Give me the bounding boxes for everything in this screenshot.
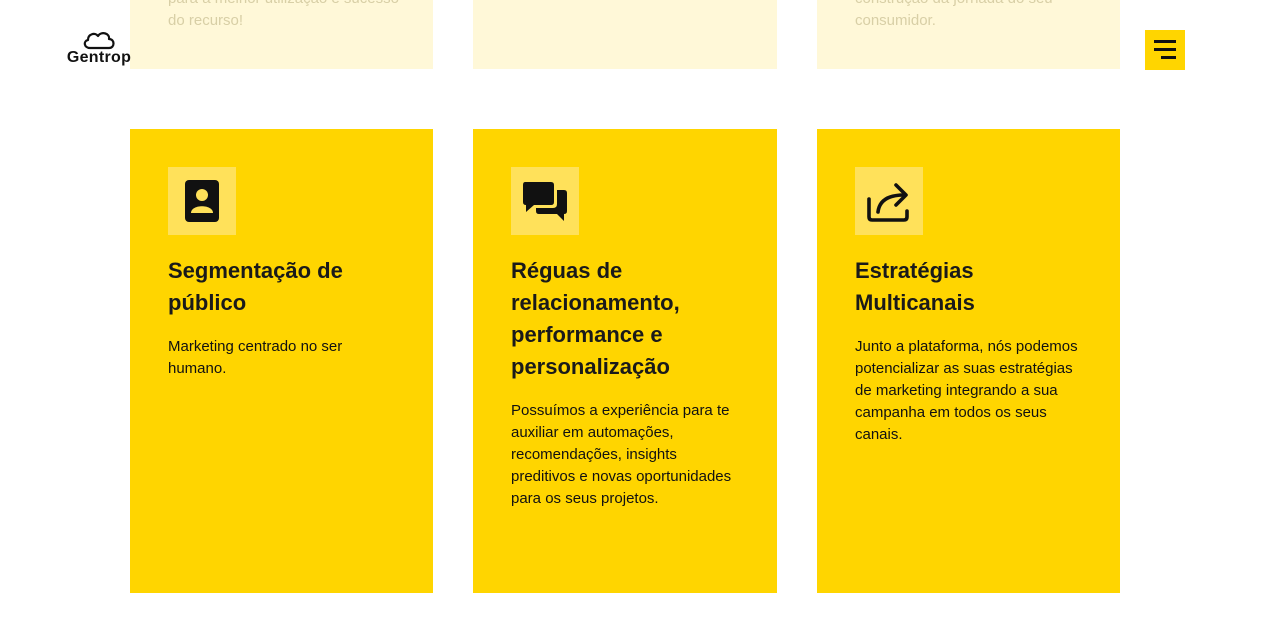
- card-text: Possuímos a experiência para te auxiliar…: [511, 402, 732, 507]
- share-arrow-icon: [867, 183, 909, 222]
- faded-card-2: [473, 0, 777, 69]
- card-title: Estratégias Multicanais: [855, 258, 975, 315]
- faded-card-text: construção da jornada do seu consumidor.: [855, 0, 1053, 29]
- icon-box: [168, 167, 236, 235]
- menu-button[interactable]: [1145, 30, 1185, 70]
- faded-card-text: para a melhor utilização e sucesso do re…: [168, 0, 399, 29]
- service-card-relationship: Réguas de relacionamento, performance e …: [473, 129, 777, 593]
- card-text: Junto a plataforma, nós podemos potencia…: [855, 338, 1078, 443]
- icon-box: [511, 167, 579, 235]
- faded-card-1: para a melhor utilização e sucesso do re…: [130, 0, 433, 69]
- hamburger-line: [1154, 48, 1176, 51]
- icon-box: [855, 167, 923, 235]
- card-title: Segmentação de público: [168, 258, 343, 315]
- logo-text: Gentrop: [66, 49, 132, 66]
- hamburger-menu-icon: [1154, 40, 1176, 43]
- faded-card-3: construção da jornada do seu consumidor.: [817, 0, 1120, 69]
- logo[interactable]: Gentrop: [64, 30, 134, 70]
- cloud-icon: [83, 32, 115, 50]
- service-card-segmentation: Segmentação de público Marketing centrad…: [130, 129, 433, 593]
- hamburger-line: [1161, 56, 1176, 59]
- service-card-multichannel: Estratégias Multicanais Junto a platafor…: [817, 129, 1120, 593]
- contact-profile-icon: [185, 180, 219, 222]
- card-text: Marketing centrado no ser humano.: [168, 338, 343, 377]
- chat-bubbles-icon: [523, 182, 567, 221]
- card-title: Réguas de relacionamento, performance e …: [511, 258, 680, 379]
